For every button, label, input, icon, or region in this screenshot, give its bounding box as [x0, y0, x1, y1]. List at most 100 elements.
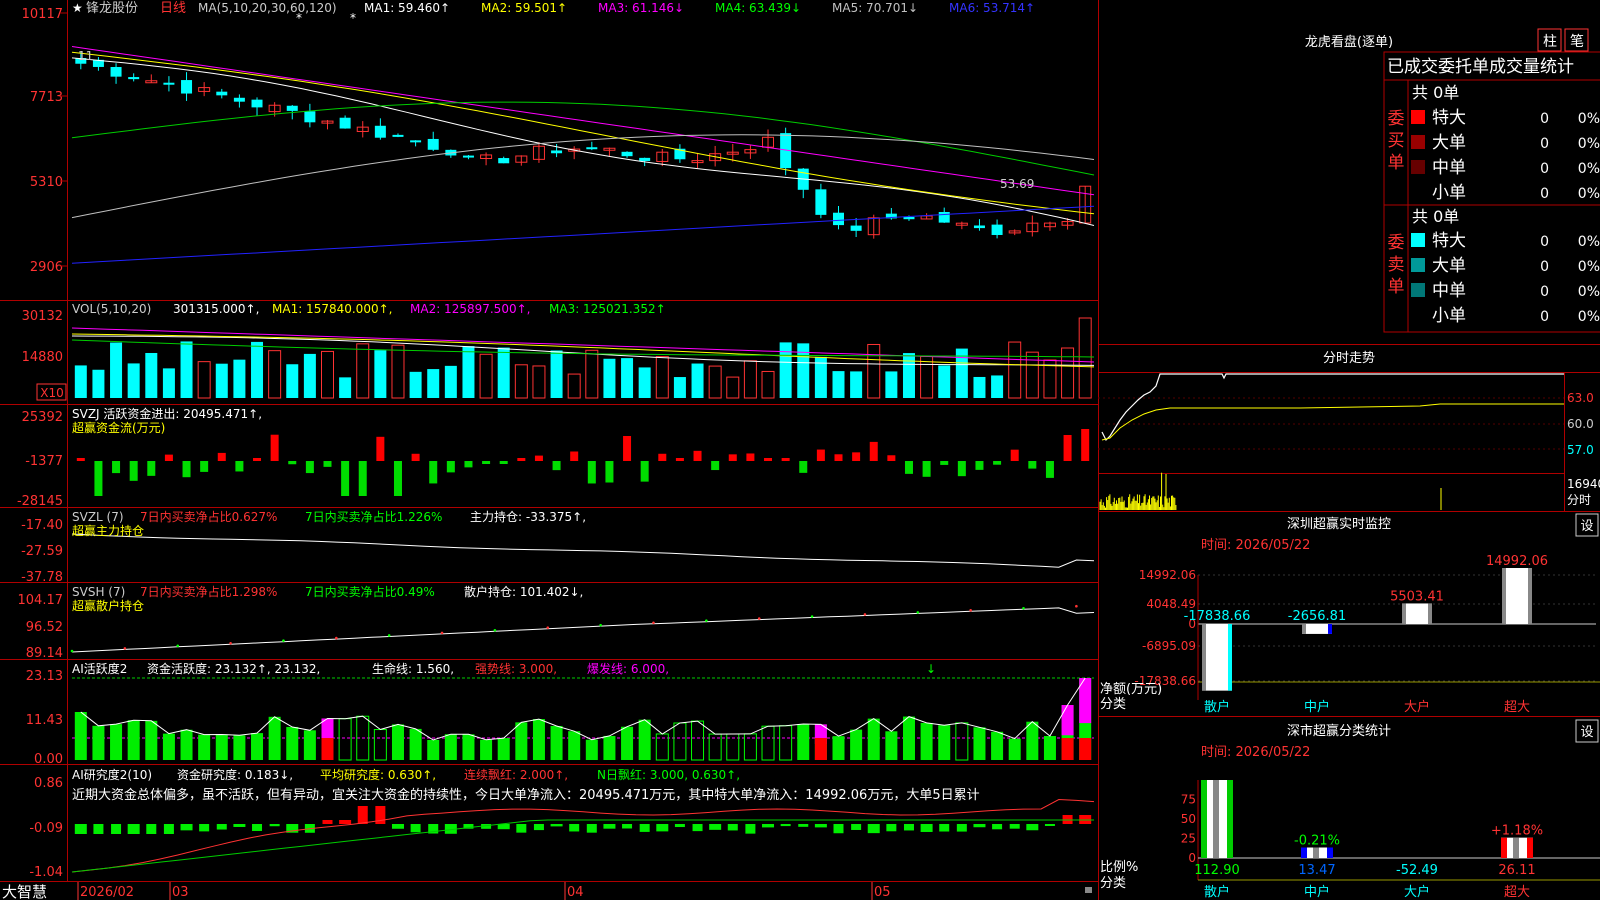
svzj-bar-in	[869, 441, 878, 461]
sell-row-pct: 0%	[1578, 259, 1600, 275]
ai2-bar-green	[199, 824, 210, 832]
ai1-bar	[621, 726, 634, 760]
sz-stats-bar-left	[1301, 847, 1307, 858]
intraday-axis-label: 57.0	[1567, 443, 1594, 457]
vol-bar-down	[127, 363, 140, 398]
vol-value: 301315.000↑,	[173, 302, 259, 316]
price-axis-label: 10117	[22, 7, 63, 22]
vol-bar-down	[550, 350, 563, 398]
svzl-axis-label: -17.40	[21, 518, 63, 533]
low-annotation: 53.69	[1000, 177, 1034, 191]
svzj-bar-in	[764, 458, 773, 461]
svzj-bar-out	[464, 461, 473, 468]
candle-down	[815, 189, 827, 215]
ai1-bar-red	[1061, 738, 1074, 760]
ai1-bar	[832, 736, 845, 760]
svzj-bar-out	[605, 461, 614, 483]
ai2-bar-green	[111, 824, 122, 834]
svzj-bar-out	[482, 461, 491, 464]
sell-row-pct: 0%	[1578, 284, 1600, 300]
ai2-bar-green	[180, 824, 193, 831]
sz-stats-category: 散户	[1204, 884, 1230, 900]
ai2-bar-green	[798, 824, 809, 827]
vol-bar-down	[145, 352, 158, 398]
candle-down	[110, 66, 122, 77]
svsh-dot	[705, 619, 708, 622]
candle-down	[427, 138, 439, 150]
ai1-bar	[251, 733, 264, 760]
candle-down	[128, 77, 140, 80]
lock-icon	[1085, 887, 1092, 893]
ma-value-6: MA6: 53.714↑	[949, 1, 1035, 15]
ai2-text1: 资金研究度: 0.183↓,	[177, 767, 293, 782]
ai1-bar	[550, 725, 563, 760]
candle-down	[621, 151, 633, 157]
ai2-bar-green	[992, 824, 1003, 830]
svsh-text3: 散户持仓: 101.402↓,	[464, 584, 583, 599]
svzj-bar-in	[675, 458, 684, 461]
sz-stats-settings-label: 设	[1580, 725, 1593, 740]
ai1-text1: 资金活跃度: 23.132↑, 23.132,	[147, 661, 320, 676]
ai2-bar-green	[391, 824, 404, 829]
ma-value-1: MA1: 59.460↑	[364, 1, 450, 15]
vol-bar-down	[462, 346, 475, 398]
svzj-bar-out	[200, 461, 209, 472]
svzj-bar-out	[1028, 461, 1037, 469]
buy-swatch	[1411, 135, 1425, 149]
svzj-bar-out	[922, 461, 931, 477]
ai1-bar	[74, 712, 87, 760]
ai1-bar	[92, 725, 105, 760]
svsh-dot	[916, 611, 920, 614]
sell-orders-label-char: 卖	[1388, 255, 1405, 275]
candle-down	[903, 216, 915, 220]
sz-stats-bar-mid	[1213, 780, 1219, 858]
svzj-bar-in	[1010, 449, 1019, 461]
star-icon: ★	[72, 1, 83, 15]
sz-stats-change-label: +1.18%	[1491, 824, 1543, 839]
ai2-text3: 连续飘红: 2.000↑,	[464, 767, 568, 782]
svsh-dot	[1075, 604, 1078, 608]
buy-orders-label-char: 买	[1388, 131, 1405, 151]
ai2-bar-green	[216, 824, 227, 830]
svzj-bar-in	[517, 458, 526, 461]
sz-monitor-bar-shade	[1402, 603, 1406, 624]
date-axis-label: 03	[172, 885, 189, 900]
svzj-bar-in	[746, 453, 755, 461]
vol-bar-down	[691, 363, 704, 398]
ai2-bar-green	[745, 824, 756, 834]
svzj-bar-in	[658, 453, 667, 461]
ai1-bar	[391, 724, 404, 760]
intraday-axis-label: 60.0	[1567, 417, 1594, 431]
ai2-bar-green	[533, 824, 544, 831]
ai1-bar	[885, 731, 898, 760]
ai2-bar-green	[674, 824, 685, 828]
buy-orders-label-char: 单	[1388, 153, 1405, 173]
svsh-dot	[440, 631, 444, 635]
ai2-bar-green	[956, 824, 967, 832]
sz-stats-bar-right	[1227, 780, 1233, 858]
ai2-bar-green	[692, 824, 703, 832]
vol-bar-down	[180, 341, 193, 398]
high-annotation: 11	[78, 49, 93, 63]
lhb-subtitle: 已成交委托单成交量统计	[1387, 57, 1574, 77]
ai2-bar-green	[656, 824, 669, 832]
buy-row-qty: 0	[1540, 161, 1549, 177]
date-axis-label: 04	[567, 885, 584, 900]
vol-header: VOL(5,10,20)	[72, 302, 151, 316]
sz-monitor-ylabel: 净额(万元)	[1100, 682, 1162, 697]
brand-logo: 大智慧	[2, 883, 47, 900]
svzj-bar-in	[411, 453, 420, 461]
marker-star: *	[350, 11, 356, 25]
svzj-bar-in	[623, 436, 632, 461]
buy-row-pct: 0%	[1578, 161, 1600, 177]
svzj-bar-out	[904, 461, 913, 474]
sz-monitor-bar	[1202, 624, 1232, 691]
svsh-dot	[387, 634, 391, 637]
ai2-comment: 近期大资金总体偏多，虽不活跃，但有异动，宜关注大资金的持续性，今日大单净流入：2…	[72, 787, 980, 803]
sell-orders-label-char: 委	[1388, 233, 1405, 253]
ai2-bar-green	[903, 824, 914, 831]
ai2-bar-green	[269, 824, 280, 827]
candle-down	[973, 225, 985, 229]
ai1-bar	[180, 729, 193, 760]
buy-row-pct: 0%	[1578, 111, 1600, 127]
